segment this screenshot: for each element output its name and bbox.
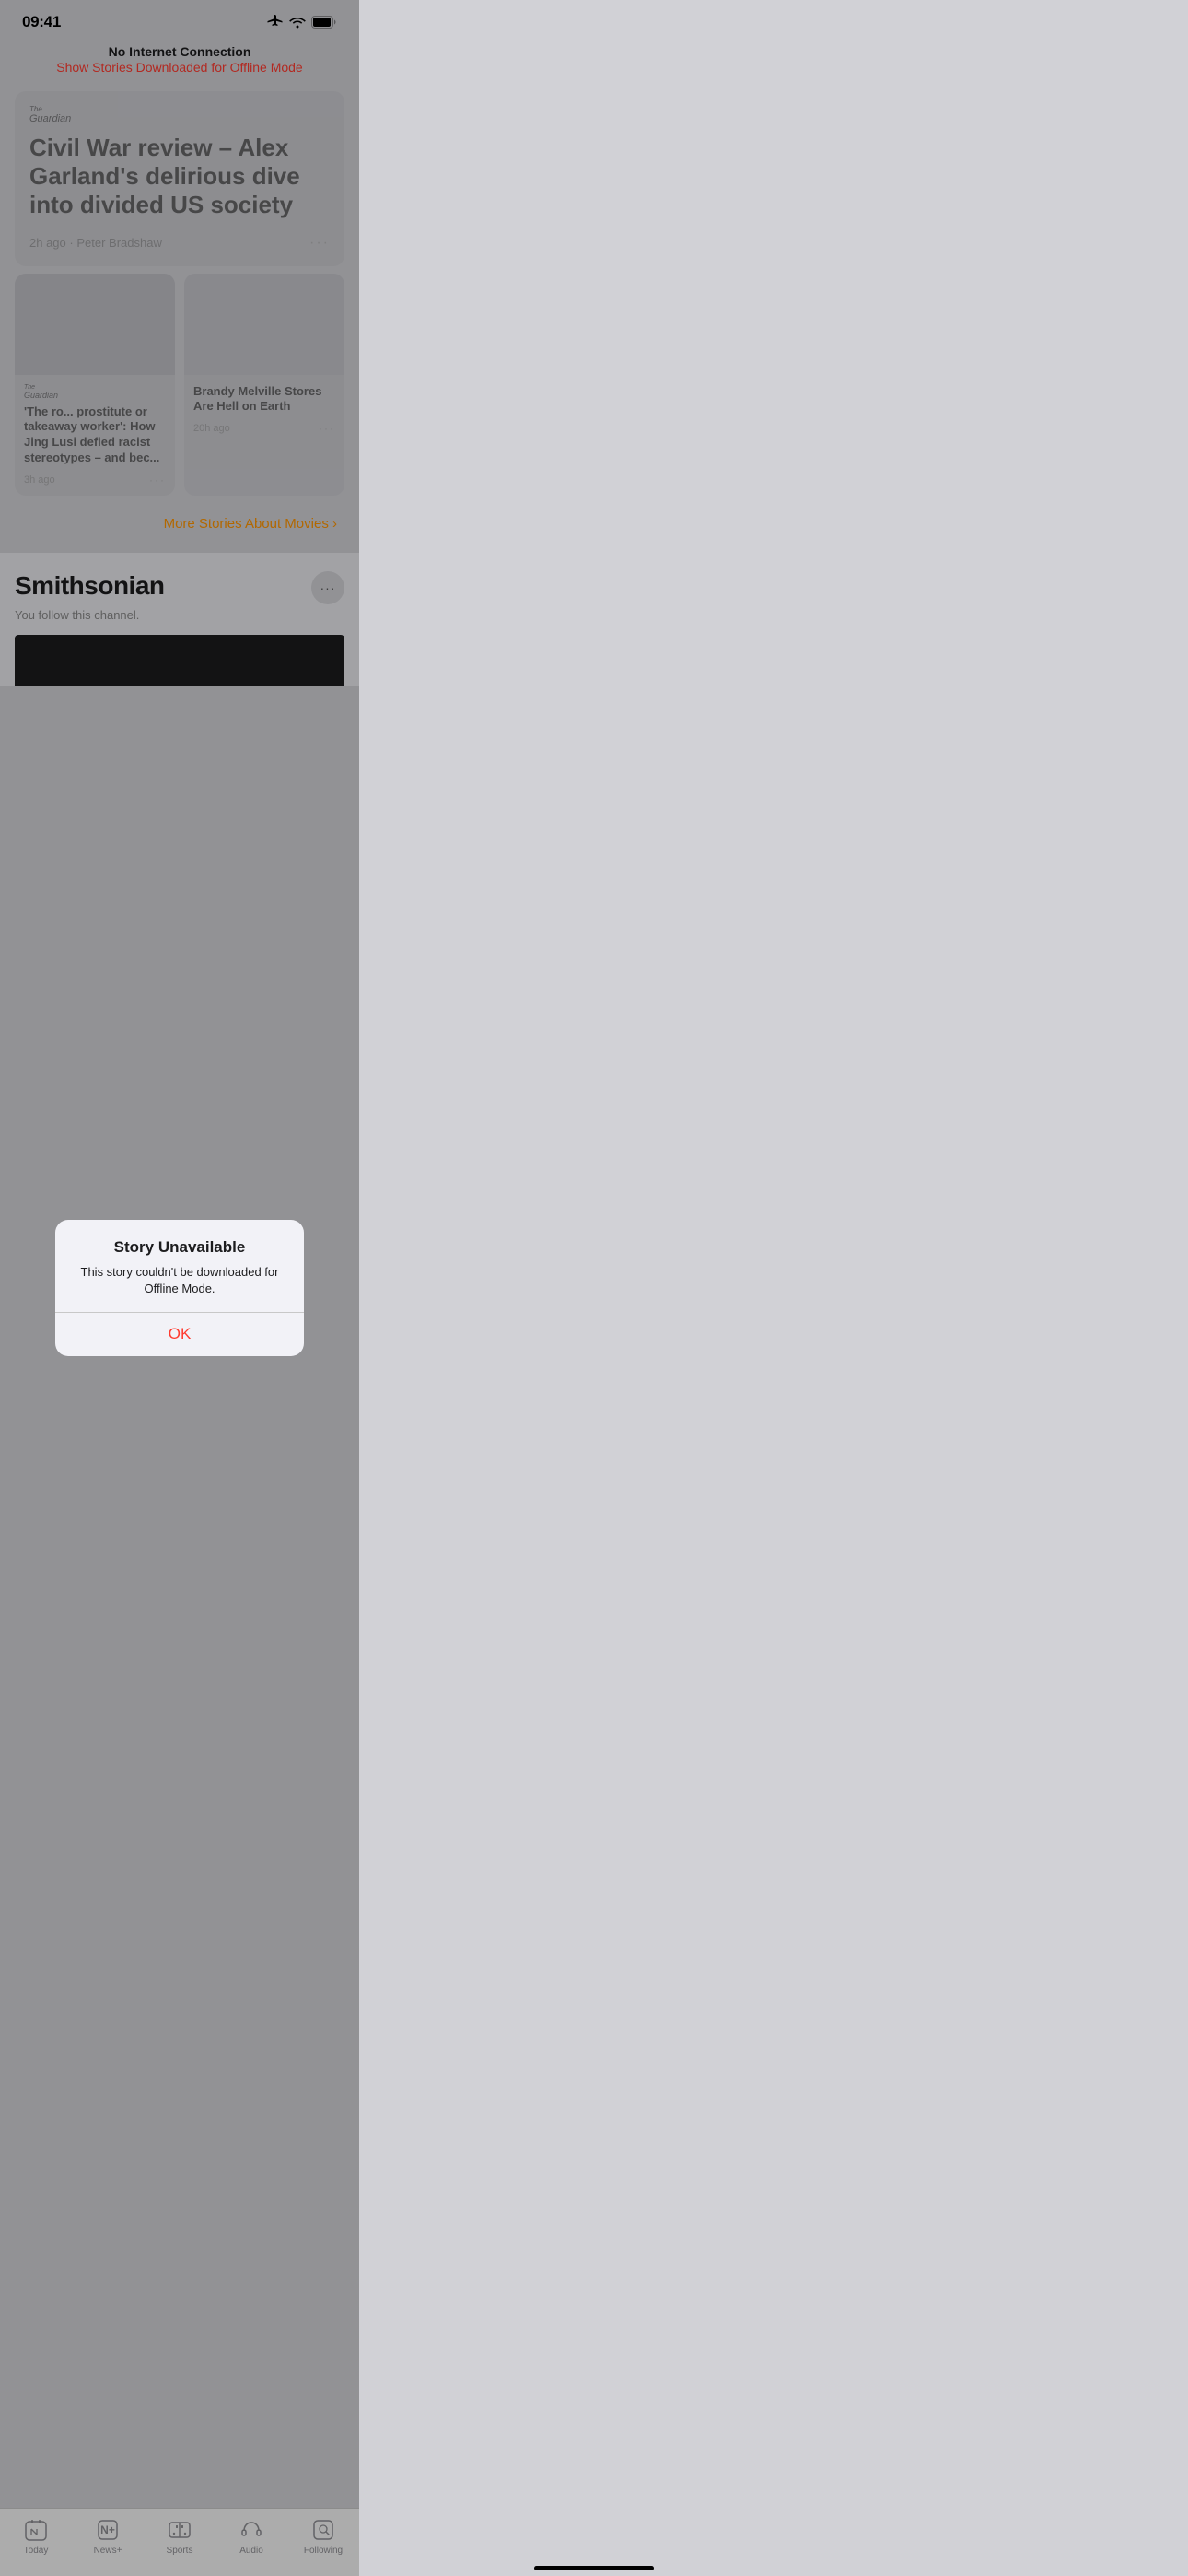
- modal-overlay: Story Unavailable This story couldn't be…: [0, 0, 359, 2576]
- modal-ok-button[interactable]: OK: [55, 1312, 304, 1356]
- home-indicator: [534, 2566, 654, 2570]
- modal-title: Story Unavailable: [70, 1238, 289, 1257]
- modal-body: Story Unavailable This story couldn't be…: [55, 1220, 304, 1312]
- modal-message: This story couldn't be downloaded for Of…: [70, 1264, 289, 1297]
- modal-dialog: Story Unavailable This story couldn't be…: [55, 1220, 304, 1357]
